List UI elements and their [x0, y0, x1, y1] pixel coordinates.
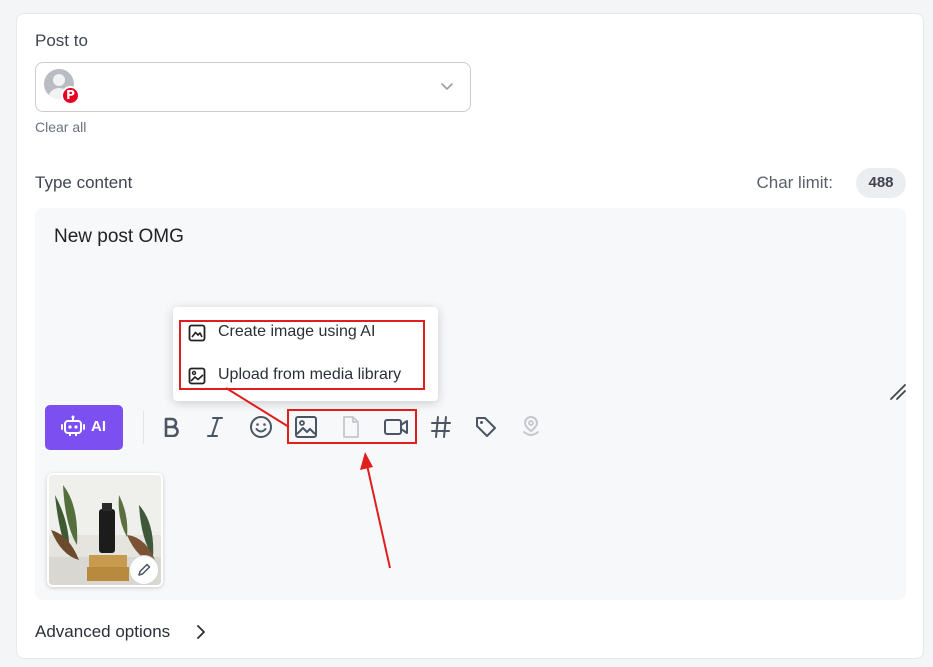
- arrow-line: [366, 464, 391, 569]
- arrow-head: [360, 452, 373, 470]
- annotation-arrows: [225, 387, 391, 569]
- connector-line: [225, 387, 290, 428]
